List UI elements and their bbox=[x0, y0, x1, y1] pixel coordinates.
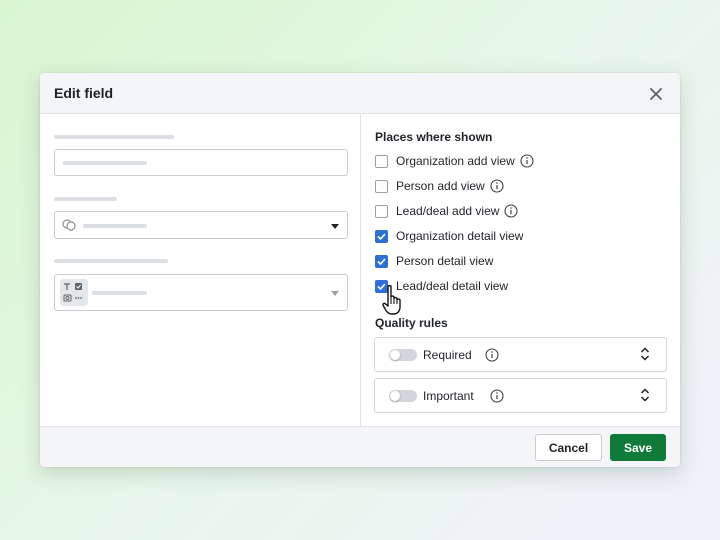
rule-required: Required bbox=[374, 337, 667, 372]
chevron-up-down-icon[interactable] bbox=[640, 347, 650, 366]
info-icon[interactable] bbox=[504, 204, 518, 218]
dialog-footer: Cancel Save bbox=[40, 426, 680, 467]
placeholder-label bbox=[54, 197, 117, 201]
field-types-icon bbox=[63, 283, 82, 302]
toggle-knob bbox=[390, 391, 400, 401]
important-toggle[interactable] bbox=[389, 390, 417, 402]
checkbox-label: Lead/deal add view bbox=[396, 204, 500, 218]
rule-label: Important bbox=[423, 389, 474, 403]
placeholder-text bbox=[92, 291, 147, 295]
checkbox-person-detail-view[interactable]: Person detail view bbox=[375, 253, 493, 269]
placeholder-label bbox=[54, 259, 168, 263]
checkbox[interactable] bbox=[375, 154, 388, 168]
rule-label: Required bbox=[423, 348, 472, 362]
checkbox-organization-detail-view[interactable]: Organization detail view bbox=[375, 228, 523, 244]
rule-important: Important bbox=[374, 378, 667, 413]
info-icon[interactable] bbox=[490, 389, 504, 408]
edit-field-dialog: Edit field Places where shown Organizati… bbox=[40, 73, 680, 467]
checkbox-label: Person detail view bbox=[396, 254, 494, 268]
field-name-input[interactable] bbox=[54, 149, 348, 176]
quality-title: Quality rules bbox=[375, 316, 448, 330]
checkbox-person-add-view[interactable]: Person add view bbox=[375, 178, 504, 194]
close-button[interactable] bbox=[646, 84, 666, 104]
caret-down-icon bbox=[331, 224, 339, 229]
field-settings-pane bbox=[40, 114, 361, 426]
places-title: Places where shown bbox=[375, 130, 493, 144]
checkbox-lead-deal-add-view[interactable]: Lead/deal add view bbox=[375, 203, 518, 219]
placeholder-label bbox=[54, 135, 174, 139]
field-type-icon bbox=[60, 279, 88, 306]
hand-pointer-icon bbox=[382, 284, 401, 315]
checkbox-checked[interactable] bbox=[375, 254, 388, 268]
checkbox-checked[interactable] bbox=[375, 229, 388, 243]
info-icon[interactable] bbox=[520, 154, 534, 168]
circles-icon bbox=[62, 219, 76, 231]
placeholder-text bbox=[83, 224, 147, 228]
info-icon[interactable] bbox=[485, 348, 499, 367]
checkbox-organization-add-view[interactable]: Organization add view bbox=[375, 153, 534, 169]
info-icon[interactable] bbox=[490, 179, 504, 193]
field-type-dropdown[interactable] bbox=[54, 274, 348, 311]
checkbox-label: Lead/deal detail view bbox=[396, 279, 509, 293]
required-toggle[interactable] bbox=[389, 349, 417, 361]
placeholder-text bbox=[63, 161, 147, 165]
cancel-button[interactable]: Cancel bbox=[535, 434, 602, 461]
close-icon bbox=[650, 88, 662, 100]
check-icon bbox=[377, 232, 386, 240]
check-icon bbox=[377, 257, 386, 265]
dialog-header: Edit field bbox=[40, 73, 680, 114]
dialog-title: Edit field bbox=[54, 85, 114, 101]
checkbox-label: Organization detail view bbox=[396, 229, 524, 243]
caret-down-icon bbox=[331, 291, 339, 296]
toggle-knob bbox=[390, 350, 400, 360]
field-dropdown[interactable] bbox=[54, 211, 348, 239]
checkbox-label: Person add view bbox=[396, 179, 485, 193]
checkbox[interactable] bbox=[375, 204, 388, 218]
visibility-pane: Places where shown Organization add view… bbox=[362, 114, 680, 426]
checkbox[interactable] bbox=[375, 179, 388, 193]
save-button[interactable]: Save bbox=[610, 434, 666, 461]
chevron-up-down-icon[interactable] bbox=[640, 388, 650, 407]
checkbox-label: Organization add view bbox=[396, 154, 515, 168]
